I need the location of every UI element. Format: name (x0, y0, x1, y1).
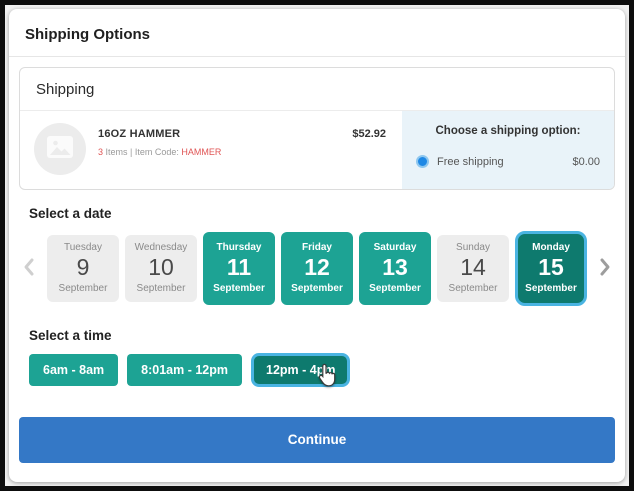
date-card-daynumber: 13 (359, 254, 431, 282)
select-date-heading: Select a date (29, 206, 605, 221)
date-card-daynumber: 14 (437, 254, 509, 282)
time-slot-row: 6am - 8am 8:01am - 12pm 12pm - 4pm (9, 343, 625, 387)
page-title: Shipping Options (9, 9, 625, 57)
product-row: 16OZ HAMMER 3 Items | Item Code: HAMMER … (20, 111, 614, 189)
chevron-left-icon (23, 257, 35, 280)
product-price: $52.92 (352, 123, 402, 175)
chevron-right-icon (599, 257, 611, 280)
time-slot-label: 12pm - 4pm (266, 363, 335, 377)
continue-button[interactable]: Continue (19, 417, 615, 463)
date-carousel: Tuesday 9 September Wednesday 10 Septemb… (9, 221, 625, 306)
stage-background: Shipping Options Shipping (5, 5, 629, 486)
shipping-section-title: Shipping (20, 68, 614, 111)
date-card-sunday-14[interactable]: Sunday 14 September (437, 235, 509, 302)
date-card-month: September (437, 283, 509, 294)
product-details: 16OZ HAMMER 3 Items | Item Code: HAMMER … (20, 111, 402, 189)
time-slot-label: 8:01am - 12pm (141, 363, 228, 377)
product-meta-separator: Items | Item Code: (103, 147, 181, 157)
shipping-options-modal: Shipping Options Shipping (9, 9, 625, 482)
date-card-wednesday-10[interactable]: Wednesday 10 September (125, 235, 197, 302)
date-card-daynumber: 11 (203, 254, 275, 282)
date-card-weekday: Monday (518, 242, 584, 253)
date-card-weekday: Friday (281, 242, 353, 253)
shipping-option-free-shipping[interactable]: Free shipping $0.00 (416, 155, 600, 168)
photo-icon (47, 136, 73, 163)
date-card-daynumber: 12 (281, 254, 353, 282)
date-card-month: September (203, 283, 275, 294)
product-name: 16OZ HAMMER (98, 128, 221, 140)
next-dates-button[interactable] (593, 257, 617, 280)
product-image-placeholder (34, 123, 86, 175)
date-card-weekday: Saturday (359, 242, 431, 253)
time-slot-button[interactable]: 8:01am - 12pm (127, 354, 242, 386)
date-card-month: September (359, 283, 431, 294)
shipping-option-price: $0.00 (572, 156, 600, 168)
product-info: 16OZ HAMMER 3 Items | Item Code: HAMMER (98, 123, 221, 175)
time-slot-button[interactable]: 6am - 8am (29, 354, 118, 386)
date-card-daynumber: 15 (518, 254, 584, 282)
time-slot-button[interactable]: 12pm - 4pm (251, 353, 350, 387)
shipping-option-panel: Choose a shipping option: Free shipping … (402, 111, 614, 189)
radio-selected-icon[interactable] (416, 155, 429, 168)
prev-dates-button[interactable] (17, 257, 41, 280)
date-card-daynumber: 10 (125, 254, 197, 282)
date-card-saturday-13[interactable]: Saturday 13 September (359, 232, 431, 305)
shipping-option-heading: Choose a shipping option: (416, 125, 600, 137)
date-card-daynumber: 9 (47, 254, 119, 282)
date-card-month: September (518, 283, 584, 294)
product-item-code: HAMMER (181, 147, 221, 157)
date-card-friday-12[interactable]: Friday 12 September (281, 232, 353, 305)
shipping-option-label: Free shipping (437, 156, 504, 168)
date-card-month: September (281, 283, 353, 294)
shipping-summary-card: Shipping 16OZ HAMMER (19, 67, 615, 190)
date-card-monday-15[interactable]: Monday 15 September (515, 231, 587, 306)
date-card-weekday: Wednesday (125, 242, 197, 253)
time-slot-label: 6am - 8am (43, 363, 104, 377)
date-card-tuesday-9[interactable]: Tuesday 9 September (47, 235, 119, 302)
product-meta: 3 Items | Item Code: HAMMER (98, 147, 221, 157)
select-time-heading: Select a time (29, 328, 605, 343)
date-carousel-track: Tuesday 9 September Wednesday 10 Septemb… (47, 231, 587, 306)
date-card-month: September (125, 283, 197, 294)
date-card-month: September (47, 283, 119, 294)
date-card-weekday: Tuesday (47, 242, 119, 253)
date-card-weekday: Sunday (437, 242, 509, 253)
date-card-thursday-11[interactable]: Thursday 11 September (203, 232, 275, 305)
date-card-weekday: Thursday (203, 242, 275, 253)
